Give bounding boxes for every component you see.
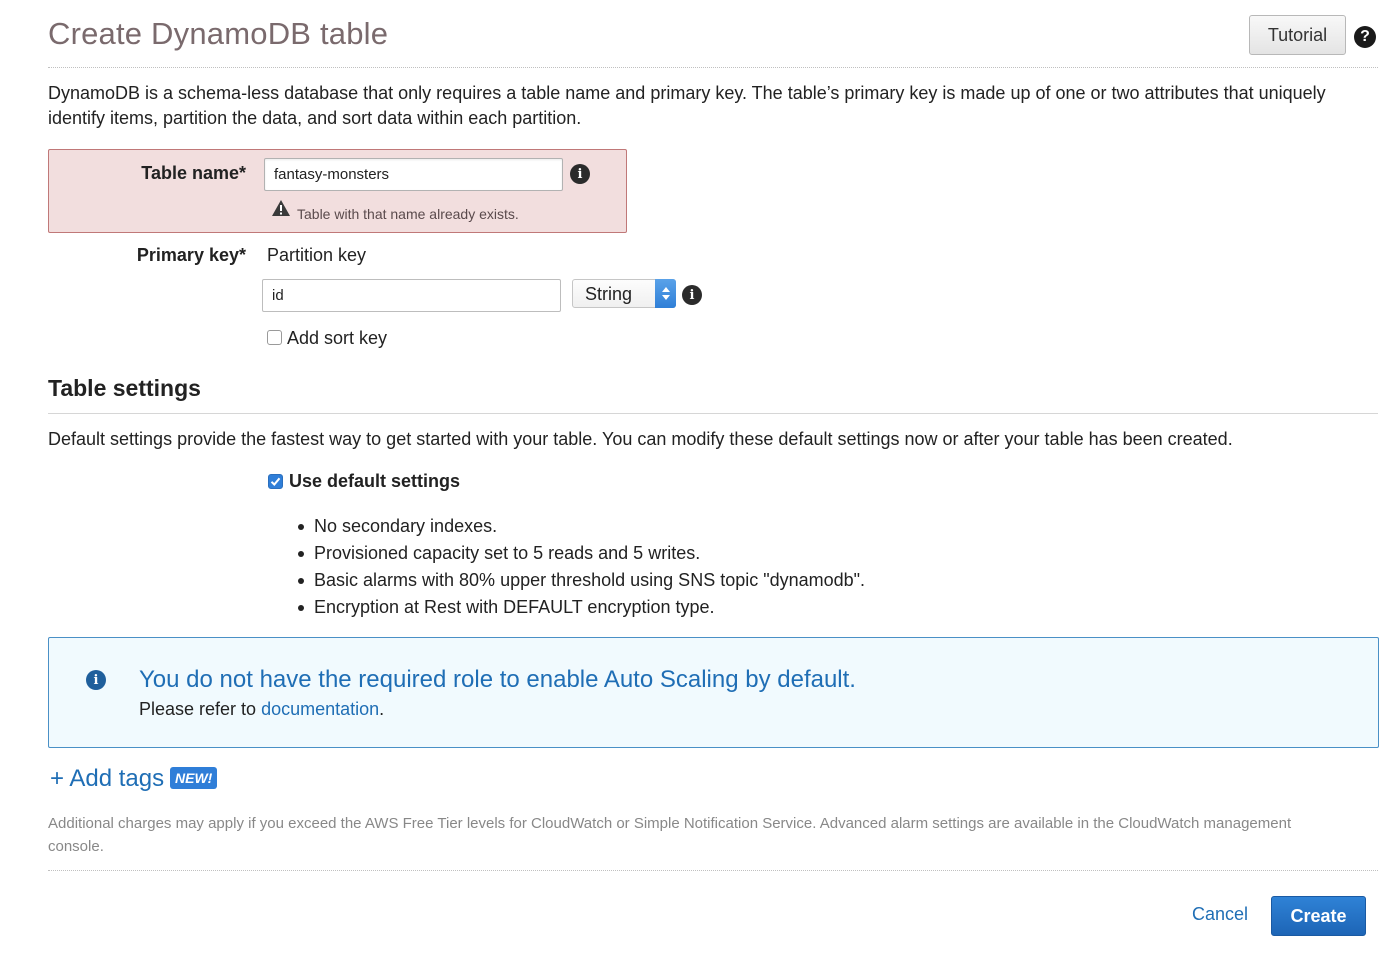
header-divider [48,67,1378,68]
list-item: Provisioned capacity set to 5 reads and … [296,541,865,568]
autoscaling-heading: You do not have the required role to ena… [139,666,856,693]
list-item: Encryption at Rest with DEFAULT encrypti… [296,595,865,622]
checkmark-icon [270,477,281,486]
add-sort-key-checkbox[interactable] [267,330,282,345]
add-tags-link[interactable]: + Add tags [50,765,164,793]
select-arrows-icon [655,279,676,308]
help-question-icon[interactable]: ? [1354,26,1376,48]
table-settings-description: Default settings provide the fastest way… [48,429,1233,449]
footer-divider [48,870,1378,871]
table-settings-heading: Table settings [48,375,201,401]
partition-key-type-value: String [585,284,633,304]
use-default-settings-label[interactable]: Use default settings [289,471,460,492]
new-badge: NEW! [170,767,218,789]
warning-icon [272,200,290,216]
autoscaling-body-suffix: . [379,699,385,719]
list-item: Basic alarms with 80% upper threshold us… [296,568,865,595]
primary-key-label: Primary key* [136,245,246,265]
create-button[interactable]: Create [1271,896,1366,936]
page-title: Create DynamoDB table [48,16,389,51]
intro-text: DynamoDB is a schema-less database that … [48,83,1326,128]
partition-key-label: Partition key [267,245,367,265]
table-name-label: Table name* [141,163,246,183]
add-sort-key-label[interactable]: Add sort key [287,328,387,349]
partition-key-info-icon[interactable]: i [682,285,702,305]
table-name-error-message: Table with that name already exists. [297,206,519,222]
autoscaling-body: Please refer to documentation. [139,699,384,720]
partition-key-input[interactable] [262,279,561,312]
cancel-button[interactable]: Cancel [1192,904,1248,925]
default-settings-list: No secondary indexes. Provisioned capaci… [296,514,865,622]
list-item: No secondary indexes. [296,514,865,541]
info-icon: i [86,670,106,690]
autoscaling-body-prefix: Please refer to [139,699,257,719]
partition-key-type-select[interactable]: String [572,279,676,308]
table-name-input[interactable] [264,158,563,191]
documentation-link[interactable]: documentation [261,699,379,719]
charges-footnote: Additional charges may apply if you exce… [48,815,1292,855]
table-name-info-icon[interactable]: i [570,164,590,184]
use-default-settings-checkbox[interactable] [268,474,283,489]
table-settings-divider [48,413,1378,414]
tutorial-button[interactable]: Tutorial [1249,15,1346,55]
